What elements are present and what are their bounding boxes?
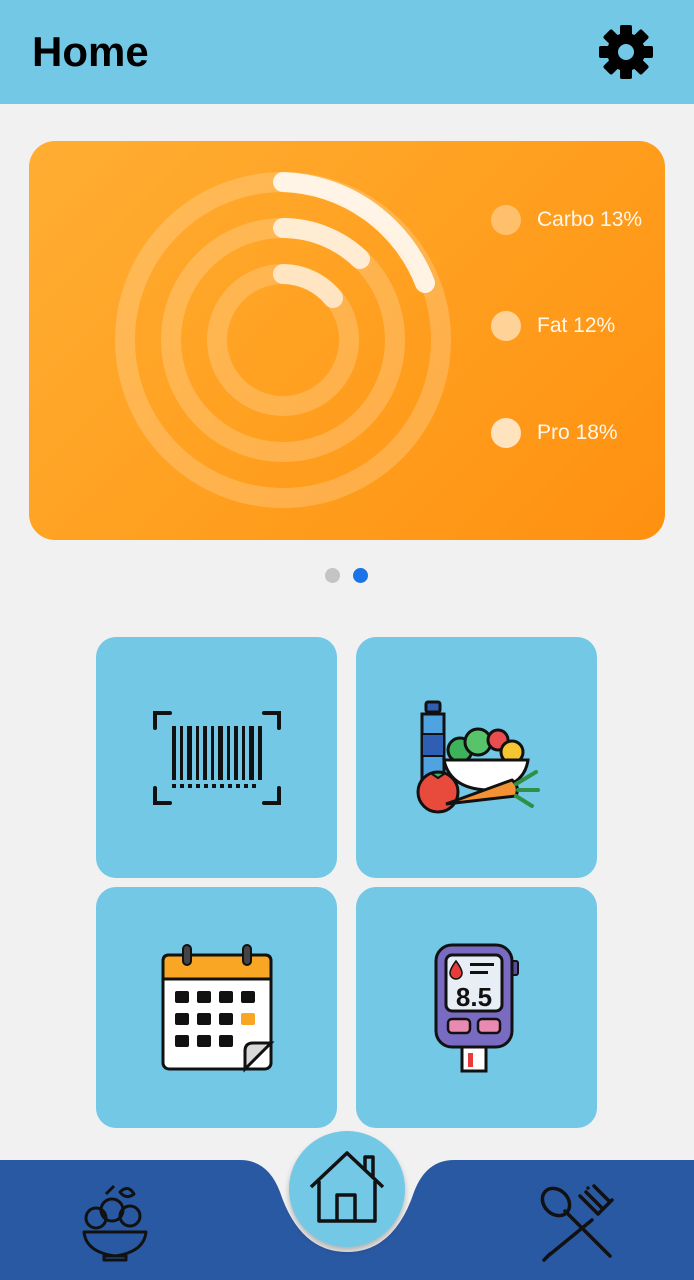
food-groceries-tile[interactable] xyxy=(356,637,597,878)
macro-rings-chart xyxy=(115,172,451,508)
legend-dot-fat xyxy=(491,311,521,341)
page-dot-2[interactable] xyxy=(353,568,368,583)
home-icon xyxy=(309,1151,385,1223)
salad-bowl-icon xyxy=(82,1184,148,1262)
page-title: Home xyxy=(32,28,149,75)
home-button[interactable] xyxy=(289,1131,405,1247)
page-indicator xyxy=(325,568,375,584)
app-bar: Home xyxy=(0,0,694,104)
settings-button[interactable] xyxy=(596,24,656,80)
glucose-meter-icon: 8.5 xyxy=(434,943,519,1073)
glucose-meter-tile[interactable]: 8.5 xyxy=(356,887,597,1128)
page-dot-1[interactable] xyxy=(325,568,340,583)
legend-dot-carbo xyxy=(491,205,521,235)
nav-meals-button[interactable] xyxy=(80,1180,150,1264)
fork-spoon-icon xyxy=(540,1184,614,1262)
glucose-reading: 8.5 xyxy=(456,982,492,1012)
barcode-scanner-icon xyxy=(153,711,281,805)
legend-label-pro: Pro 18% xyxy=(537,421,618,444)
macro-summary-card[interactable]: Carbo 13% Fat 12% Pro 18% xyxy=(29,141,665,540)
gear-icon xyxy=(599,25,653,79)
calendar-tile[interactable] xyxy=(96,887,337,1128)
ring-arc-fat xyxy=(273,218,370,269)
barcode-scanner-tile[interactable] xyxy=(96,637,337,878)
legend-dot-pro xyxy=(491,418,521,448)
legend-label-carbo: Carbo 13% xyxy=(537,208,643,231)
calendar-icon xyxy=(161,944,275,1073)
legend-label-fat: Fat 12% xyxy=(537,314,616,337)
ring-arc-pro xyxy=(273,264,343,308)
food-groceries-icon xyxy=(416,700,540,814)
nav-recipes-button[interactable] xyxy=(536,1184,620,1264)
